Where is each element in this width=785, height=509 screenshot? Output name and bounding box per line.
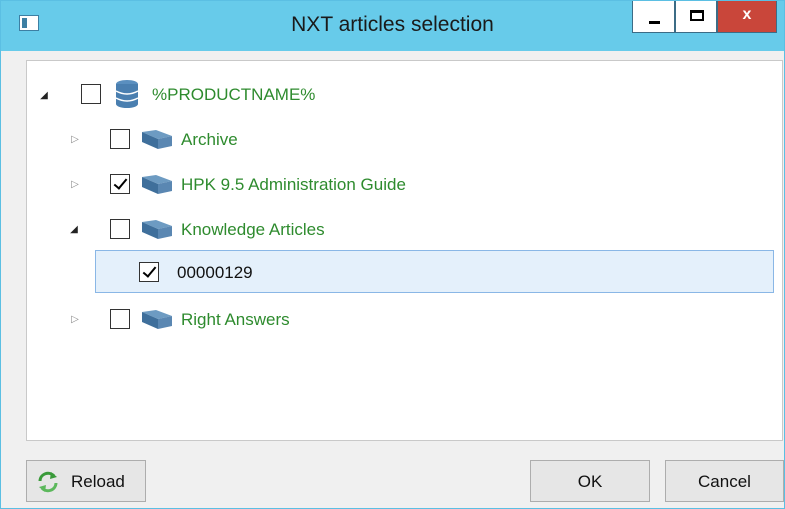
book-icon: [142, 130, 172, 149]
book-icon: [142, 310, 172, 329]
minimize-button[interactable]: [632, 1, 675, 33]
maximize-button[interactable]: [675, 1, 717, 33]
collapse-arrow-icon[interactable]: ▷: [69, 314, 81, 326]
reload-icon: [38, 471, 58, 493]
tree-label-article-00000129[interactable]: 00000129: [177, 263, 253, 283]
tree-label-root[interactable]: %PRODUCTNAME%: [152, 85, 315, 105]
cancel-button[interactable]: Cancel: [665, 460, 784, 502]
ok-button[interactable]: OK: [530, 460, 650, 502]
tree-label-archive[interactable]: Archive: [181, 130, 238, 150]
tree-checkbox-archive[interactable]: [110, 129, 130, 149]
tree-label-hpk-guide[interactable]: HPK 9.5 Administration Guide: [181, 175, 406, 195]
tree-checkbox-right-answers[interactable]: [110, 309, 130, 329]
book-icon: [142, 175, 172, 194]
tree-checkbox-hpk-guide[interactable]: [110, 174, 130, 194]
reload-button-label: Reload: [71, 472, 125, 491]
cancel-button-label: Cancel: [698, 472, 751, 491]
collapse-arrow-icon[interactable]: ▷: [69, 134, 81, 146]
title-bar[interactable]: NXT articles selection x: [1, 1, 784, 51]
reload-button[interactable]: Reload: [26, 460, 146, 502]
close-button[interactable]: x: [717, 1, 777, 33]
tree-label-right-answers[interactable]: Right Answers: [181, 310, 290, 330]
close-icon: x: [742, 6, 752, 23]
collapse-arrow-icon[interactable]: ▷: [69, 179, 81, 191]
expand-arrow-icon[interactable]: ◢: [38, 90, 50, 102]
book-icon: [142, 220, 172, 239]
tree-checkbox-root[interactable]: [81, 84, 101, 104]
database-icon: [115, 80, 139, 108]
ok-button-label: OK: [577, 472, 603, 491]
tree-label-knowledge-articles[interactable]: Knowledge Articles: [181, 220, 325, 240]
tree-checkbox-article-00000129[interactable]: [139, 262, 159, 282]
dialog-window: NXT articles selection x ◢ %PRODUCTNAME%…: [0, 0, 785, 509]
tree-checkbox-knowledge-articles[interactable]: [110, 219, 130, 239]
expand-arrow-icon[interactable]: ◢: [68, 224, 80, 236]
